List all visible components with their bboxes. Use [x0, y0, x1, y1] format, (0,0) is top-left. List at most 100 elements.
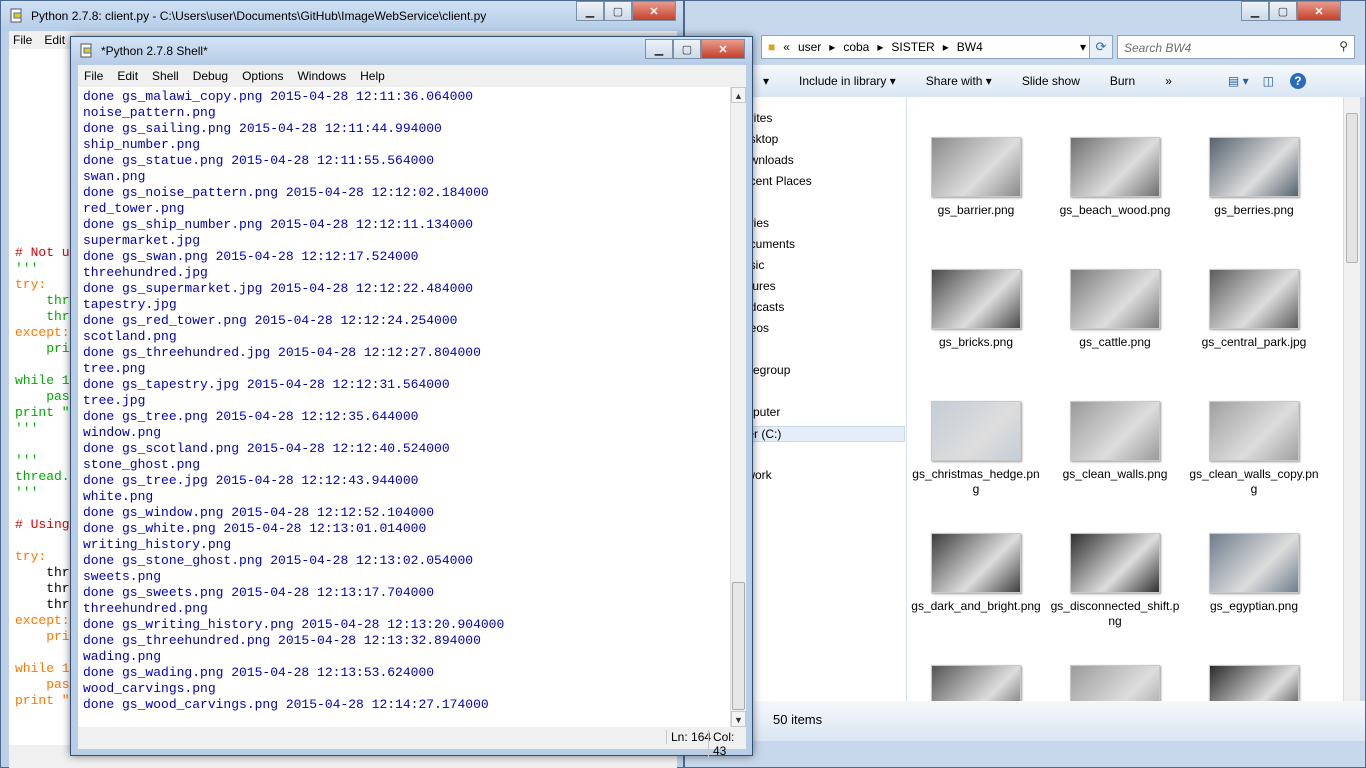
editor-caption-buttons: ▁ ▢ ✕	[576, 1, 676, 21]
file-thumbnail[interactable]: gs_egyptian.png	[1189, 533, 1319, 614]
python-icon	[80, 43, 92, 58]
file-thumbnail[interactable]: gs_clean_walls.png	[1050, 401, 1180, 482]
minimize-button[interactable]: ▁	[1241, 1, 1269, 21]
file-name: gs_dark_and_bright.png	[911, 599, 1041, 613]
output-line: done gs_scotland.png 2015-04-28 12:12:40…	[83, 441, 450, 456]
nav-item[interactable]: ecent Places	[743, 174, 812, 188]
menu-file[interactable]: File	[13, 33, 32, 47]
output-line: done gs_white.png 2015-04-28 12:13:01.01…	[83, 521, 427, 536]
search-input[interactable]: Search BW4 ⚲	[1117, 35, 1355, 59]
search-icon[interactable]: ⚲	[1339, 39, 1348, 53]
breadcrumb-coba[interactable]: coba	[843, 40, 869, 54]
file-name: gs_clean_walls.png	[1062, 467, 1168, 481]
output-line: supermarket.jpg	[83, 233, 201, 248]
minimize-button[interactable]: ▁	[645, 39, 673, 59]
search-placeholder: Search BW4	[1124, 41, 1192, 55]
share-with-button[interactable]: Share with ▾	[926, 74, 992, 88]
output-line: threehundred.png	[83, 601, 208, 616]
folder-icon: ■	[768, 40, 776, 54]
more-commands-button[interactable]: »	[1165, 74, 1172, 88]
image-preview	[931, 269, 1021, 329]
image-preview	[1209, 665, 1299, 701]
menu-debug[interactable]: Debug	[193, 69, 228, 83]
chevron-down-icon[interactable]: ▾	[1080, 40, 1086, 54]
file-view-scrollbar[interactable]	[1343, 97, 1360, 701]
breadcrumb-overflow[interactable]: «	[783, 40, 790, 54]
organize-dropdown-arrow[interactable]: ▾	[763, 74, 769, 88]
file-thumbnail[interactable]: gs_disconnected_shift.png	[1050, 533, 1180, 629]
code-line: thr	[15, 581, 70, 596]
file-thumbnail[interactable]	[1050, 665, 1180, 701]
include-in-library-button[interactable]: Include in library ▾	[799, 74, 896, 88]
breadcrumb-bw4[interactable]: BW4	[957, 40, 983, 54]
close-button[interactable]: ✕	[1297, 1, 1341, 21]
image-preview	[931, 533, 1021, 593]
explorer-window: ▁ ▢ ✕ ■ « user ▸ coba ▸ SISTER ▸ BW4 ▾ ⟳…	[684, 0, 1366, 768]
code-line: print "	[15, 405, 70, 420]
file-thumbnail[interactable]: gs_barrier.png	[911, 137, 1041, 218]
explorer-toolbar: ▾ Include in library ▾ Share with ▾ Slid…	[685, 65, 1365, 97]
slide-show-button[interactable]: Slide show	[1022, 74, 1080, 88]
file-thumbnail[interactable]	[1189, 665, 1319, 701]
file-thumbnail[interactable]: gs_clean_walls_copy.png	[1189, 401, 1319, 497]
output-line: done gs_window.png 2015-04-28 12:12:52.1…	[83, 505, 435, 520]
file-thumbnail[interactable]: gs_cattle.png	[1050, 269, 1180, 350]
output-line: done gs_wood_carvings.png 2015-04-28 12:…	[83, 697, 489, 712]
menu-shell[interactable]: Shell	[152, 69, 179, 83]
scroll-down-arrow-icon[interactable]: ▼	[731, 711, 746, 727]
image-preview	[931, 137, 1021, 197]
file-thumbnail[interactable]: gs_berries.png	[1189, 137, 1319, 218]
close-button[interactable]: ✕	[701, 39, 745, 59]
address-bar[interactable]: ■ « user ▸ coba ▸ SISTER ▸ BW4 ▾	[761, 35, 1091, 59]
output-line: red_tower.png	[83, 201, 185, 216]
scrollbar-thumb[interactable]	[1346, 113, 1358, 263]
menu-edit[interactable]: Edit	[117, 69, 138, 83]
maximize-button[interactable]: ▢	[673, 39, 701, 59]
minimize-button[interactable]: ▁	[576, 1, 604, 21]
file-thumbnail[interactable]	[911, 665, 1041, 701]
code-line: thr	[15, 597, 70, 612]
output-line: done gs_tapestry.jpg 2015-04-28 12:12:31…	[83, 377, 450, 392]
image-preview	[1070, 137, 1160, 197]
menu-options[interactable]: Options	[242, 69, 283, 83]
image-preview	[1070, 665, 1160, 701]
menu-help[interactable]: Help	[360, 69, 385, 83]
menu-file[interactable]: File	[84, 69, 103, 83]
close-button[interactable]: ✕	[632, 1, 676, 21]
refresh-icon[interactable]: ⟳	[1089, 35, 1113, 59]
scrollbar-thumb[interactable]	[732, 582, 745, 710]
file-thumbnail[interactable]: gs_dark_and_bright.png	[911, 533, 1041, 614]
burn-button[interactable]: Burn	[1110, 74, 1135, 88]
breadcrumb-sep: ▸	[829, 40, 836, 54]
maximize-button[interactable]: ▢	[604, 1, 632, 21]
shell-output[interactable]: done gs_malawi_copy.png 2015-04-28 12:11…	[78, 87, 730, 727]
menu-windows[interactable]: Windows	[297, 69, 346, 83]
output-line: done gs_red_tower.png 2015-04-28 12:12:2…	[83, 313, 458, 328]
maximize-button[interactable]: ▢	[1269, 1, 1297, 21]
shell-title: *Python 2.7.8 Shell*	[101, 44, 208, 58]
menu-edit[interactable]: Edit	[44, 33, 65, 47]
shell-scrollbar[interactable]: ▲ ▼	[730, 87, 746, 727]
code-line: try:	[15, 549, 47, 564]
scroll-up-arrow-icon[interactable]: ▲	[731, 87, 746, 103]
file-thumbnail[interactable]: gs_christmas_hedge.png	[911, 401, 1041, 497]
output-line: done gs_malawi_copy.png 2015-04-28 12:11…	[83, 89, 474, 104]
file-thumbnail[interactable]: gs_bricks.png	[911, 269, 1041, 350]
code-line: # Using	[15, 517, 70, 532]
code-line: pri	[15, 341, 70, 356]
output-line: done gs_threehundred.jpg 2015-04-28 12:1…	[83, 345, 481, 360]
breadcrumb-sister[interactable]: SISTER	[891, 40, 934, 54]
column-number: Col: 43	[708, 730, 746, 758]
output-line: white.png	[83, 489, 154, 504]
file-name: gs_berries.png	[1214, 203, 1294, 217]
code-line: print "	[15, 693, 70, 708]
shell-statusbar: Ln: 164 Col: 43	[78, 727, 746, 758]
code-line: try:	[15, 277, 47, 292]
view-options-icon[interactable]: ▤ ▾	[1228, 74, 1249, 88]
file-thumbnail[interactable]: gs_central_park.jpg	[1189, 269, 1319, 350]
file-name: gs_beach_wood.png	[1059, 203, 1171, 217]
help-icon[interactable]: ?	[1289, 73, 1306, 89]
breadcrumb-user[interactable]: user	[798, 40, 821, 54]
preview-pane-icon[interactable]: ◫	[1263, 74, 1274, 88]
file-thumbnail[interactable]: gs_beach_wood.png	[1050, 137, 1180, 218]
